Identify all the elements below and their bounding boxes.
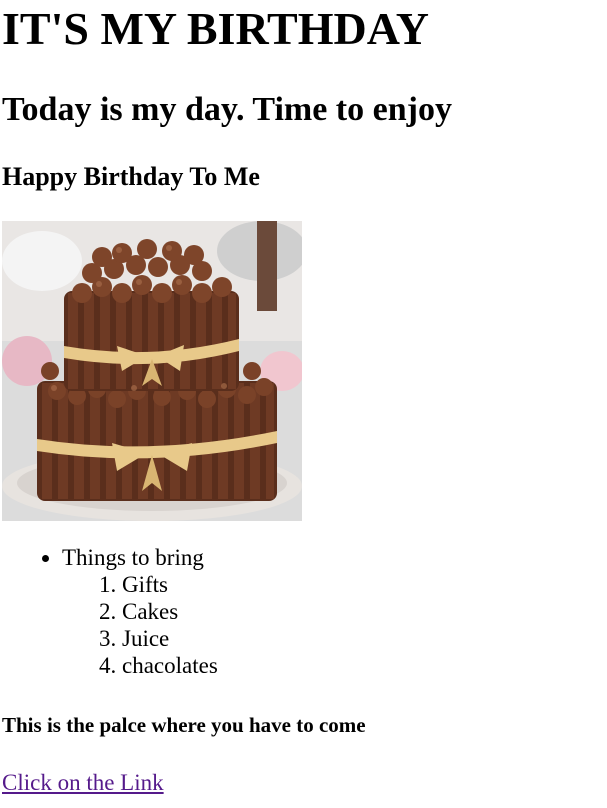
- list-item: Gifts: [122, 571, 607, 598]
- list-item: chacolates: [122, 652, 607, 679]
- location-link[interactable]: Click on the Link: [2, 770, 164, 796]
- list-item: Juice: [122, 625, 607, 652]
- cake-image: [2, 221, 302, 521]
- bring-list: Things to bring Gifts Cakes Juice chacol…: [2, 544, 607, 679]
- page: IT'S MY BIRTHDAY Today is my day. Time t…: [0, 6, 607, 796]
- list-item-things: Things to bring Gifts Cakes Juice chacol…: [62, 544, 607, 679]
- cake-illustration: [2, 221, 302, 521]
- list-item-label: Things to bring: [62, 545, 204, 570]
- subtitle: Today is my day. Time to enjoy: [2, 91, 452, 128]
- greeting-heading: Happy Birthday To Me: [2, 162, 260, 191]
- place-heading: This is the palce where you have to come: [2, 713, 366, 737]
- list-item: Cakes: [122, 598, 607, 625]
- page-title: IT'S MY BIRTHDAY: [2, 3, 429, 54]
- bring-sublist: Gifts Cakes Juice chacolates: [62, 571, 607, 679]
